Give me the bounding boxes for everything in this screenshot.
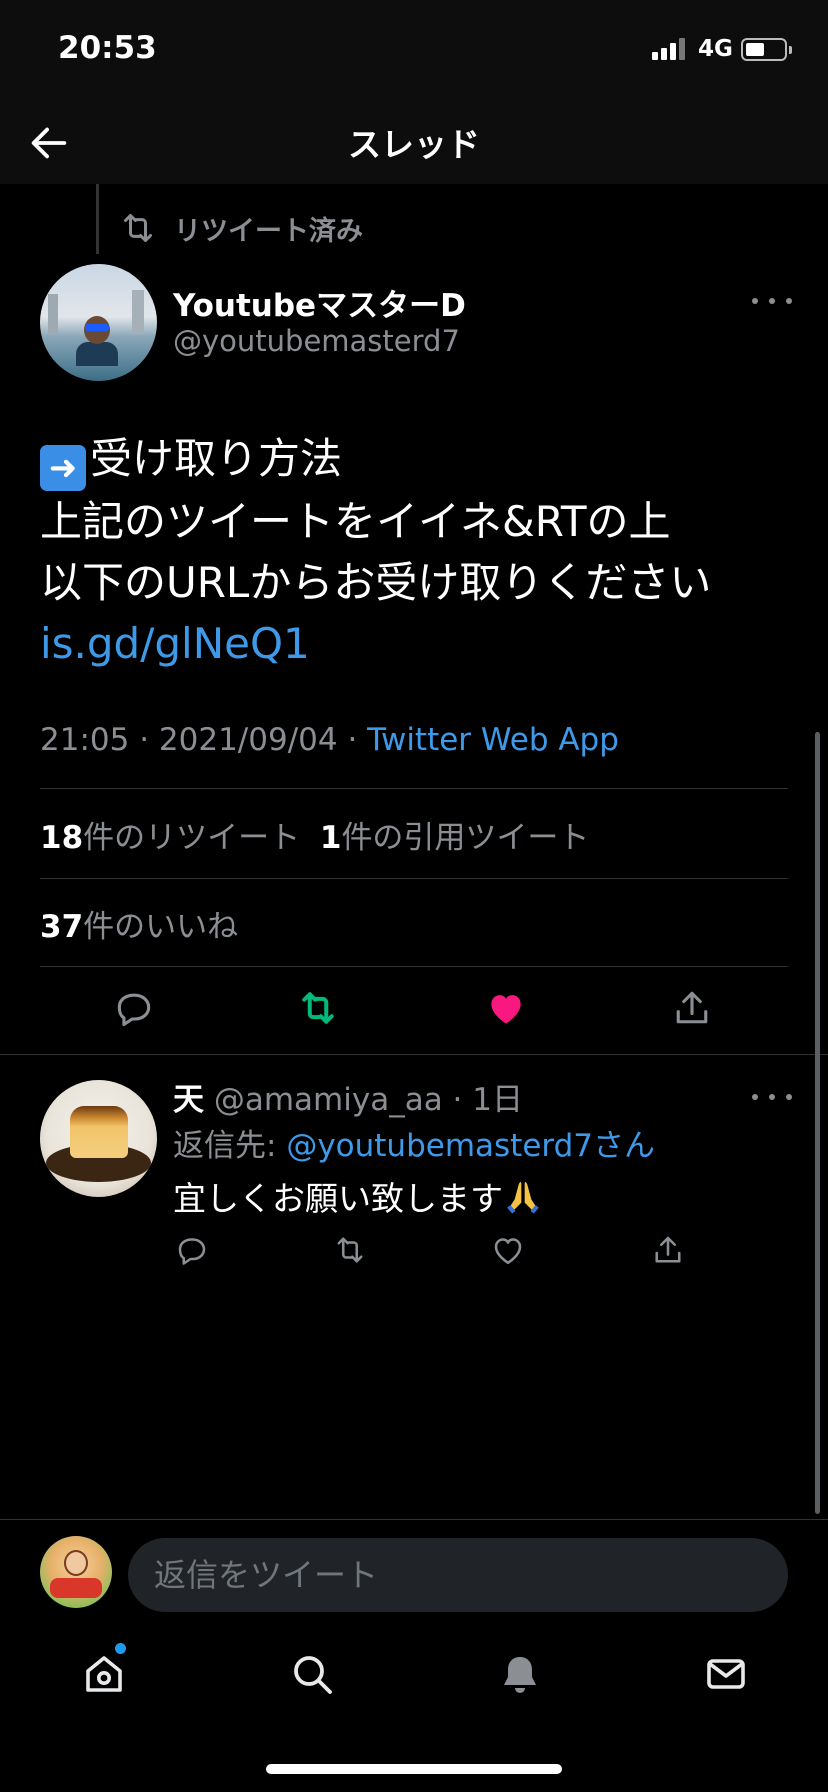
home-indicator[interactable] <box>266 1764 562 1774</box>
reply-header: 天 @amamiya_aa · 1日 <box>173 1082 523 1118</box>
reply-more-options-button[interactable] <box>752 1082 792 1112</box>
thread-line <box>96 184 99 254</box>
author-handle[interactable]: @youtubemasterd7 <box>173 324 460 358</box>
share-icon <box>676 991 708 1024</box>
mail-icon <box>707 1659 745 1689</box>
retweet-icon <box>302 992 334 1024</box>
header: スレッド <box>0 100 828 184</box>
divider <box>0 1054 828 1055</box>
status-bar: 20:53 4G <box>0 0 828 100</box>
page-title: スレッド <box>348 125 480 164</box>
author-display-name[interactable]: YoutubeマスターD <box>173 280 466 325</box>
reply-author-name[interactable]: 天 <box>173 1082 204 1118</box>
tweet-text: ➜ 受け取り方法 上記のツイートをイイネ&RTの上 以下のURLからお受け取りくだ… <box>40 428 800 674</box>
like-stats[interactable]: 37件のいいね <box>40 901 238 946</box>
heart-filled-icon <box>491 995 521 1024</box>
retweeted-label: リツイート済み <box>174 215 363 247</box>
divider <box>40 966 788 967</box>
battery-icon <box>741 38 792 61</box>
reply-text: 宜しくお願い致します <box>173 1172 543 1220</box>
retweet-label: 件のリツイート <box>83 820 301 856</box>
tab-search[interactable] <box>288 1650 336 1698</box>
tweet-line-3: 以下のURLからお受け取りください <box>40 558 712 607</box>
tweet-date: 2021/09/04 <box>158 722 338 758</box>
network-type: 4G <box>698 36 733 62</box>
reply-retweet-button[interactable] <box>332 1232 368 1268</box>
home-new-content-dot <box>115 1643 126 1654</box>
tweet-line-1: ➜ 受け取り方法 <box>40 428 800 491</box>
retweet-icon <box>124 214 152 242</box>
reply-input[interactable] <box>128 1538 788 1612</box>
reply-icon <box>117 993 151 1027</box>
reply-author-handle[interactable]: @amamiya_aa <box>214 1082 443 1118</box>
tweet-action-bar <box>0 986 828 1042</box>
reply-button[interactable] <box>112 986 156 1030</box>
retweet-count: 18 <box>40 820 84 856</box>
reply-composer <box>0 1520 828 1620</box>
like-button[interactable] <box>484 986 528 1030</box>
my-avatar[interactable] <box>40 1536 112 1608</box>
tweet-meta: 21:05 · 2021/09/04 · Twitter Web App <box>40 722 619 758</box>
tab-notifications[interactable] <box>496 1650 544 1698</box>
tweet-time: 21:05 <box>40 722 130 758</box>
retweet-stats[interactable]: 18件のリツイート 1件の引用ツイート <box>40 812 589 857</box>
retweet-icon <box>337 1237 363 1263</box>
tweet-line-2: 上記のツイートをイイネ&RTの上 <box>40 497 671 546</box>
tweet-source[interactable]: Twitter Web App <box>367 722 619 758</box>
reply-like-button[interactable] <box>490 1232 526 1268</box>
reply-age: 1日 <box>472 1082 523 1118</box>
heart-outline-icon <box>494 1238 522 1265</box>
quote-count: 1 <box>319 820 342 856</box>
tab-home[interactable] <box>80 1650 128 1698</box>
scrollbar[interactable] <box>815 732 820 1514</box>
retweet-button[interactable] <box>296 986 340 1030</box>
home-icon <box>86 1656 122 1692</box>
retweeted-context[interactable]: リツイート済み <box>118 208 363 248</box>
reply-author-avatar[interactable] <box>40 1080 157 1197</box>
divider <box>40 878 788 879</box>
tab-messages[interactable] <box>702 1650 750 1698</box>
reply-action-bar <box>0 1232 828 1272</box>
reply-icon <box>178 1238 206 1265</box>
status-time: 20:53 <box>58 30 157 66</box>
reply-to: 返信先: @youtubemasterd7さん <box>173 1120 655 1165</box>
author-avatar[interactable] <box>40 264 157 381</box>
reply-to-prefix: 返信先: <box>173 1128 277 1164</box>
quote-label: 件の引用ツイート <box>341 820 590 856</box>
right-arrow-emoji-icon: ➜ <box>40 445 86 491</box>
reply-text-content: 宜しくお願い致します <box>173 1179 503 1218</box>
bell-icon <box>504 1657 536 1693</box>
search-icon <box>294 1656 332 1694</box>
praying-hands-emoji-icon <box>507 1181 539 1214</box>
tweet-line-text: 受け取り方法 <box>90 434 343 483</box>
divider <box>40 788 788 789</box>
share-icon <box>655 1236 681 1263</box>
share-button[interactable] <box>670 986 714 1030</box>
more-options-button[interactable] <box>752 286 792 316</box>
like-count: 37 <box>40 909 84 945</box>
like-label: 件のいいね <box>83 909 239 945</box>
signal-icon <box>652 38 688 60</box>
tweet-link[interactable]: is.gd/glNeQ1 <box>40 613 800 674</box>
reply-share-button[interactable] <box>650 1232 686 1268</box>
reply-reply-button[interactable] <box>174 1232 210 1268</box>
reply-to-mention[interactable]: @youtubemasterd7さん <box>286 1128 655 1164</box>
